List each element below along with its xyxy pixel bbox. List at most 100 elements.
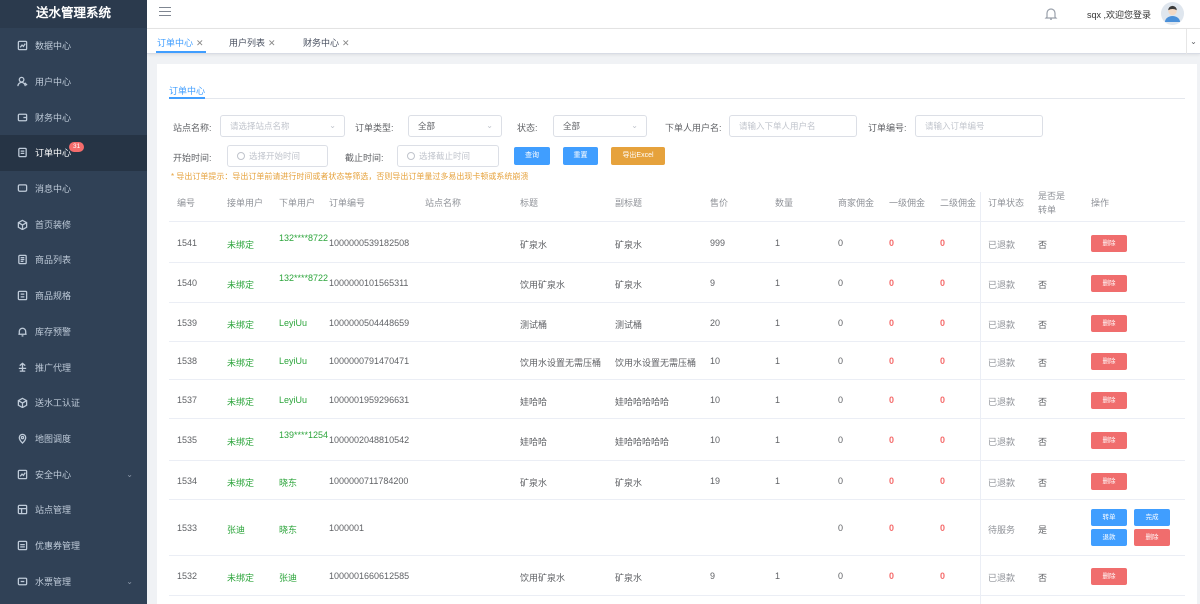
cell-status: 已退款 [988, 437, 1016, 447]
list-icon [16, 254, 28, 266]
column-header: 售价 [710, 198, 729, 208]
cell-subtitle: 矿泉水 [615, 239, 643, 250]
sidebar-item-label: 水票管理 [35, 576, 72, 587]
end-time-picker[interactable]: 选择截止时间 [397, 145, 499, 167]
close-icon[interactable]: ✕ [342, 38, 350, 48]
cell-lv1: 0 [889, 435, 895, 445]
start-time-picker[interactable]: 选择开始时间 [227, 145, 328, 167]
cell-receiver: 张迪 [227, 525, 246, 535]
sidebar-item-4[interactable]: 订单中心 31 [0, 135, 147, 171]
delete-button[interactable]: 删除 [1091, 234, 1127, 252]
end-time-label: 截止时间: [345, 153, 384, 163]
sidebar-item-13[interactable]: 安全中心 ⌄ [0, 456, 147, 492]
sidebar-item-7[interactable]: 商品列表 [0, 242, 147, 278]
cell-status: 已退款 [988, 239, 1016, 250]
sidebar-item-3[interactable]: 财务中心 [0, 99, 147, 135]
order-icon [16, 147, 28, 159]
sidebar-item-14[interactable]: 站点管理 [0, 492, 147, 528]
search-button[interactable]: 查询 [514, 147, 550, 165]
sidebar-item-label: 推广代理 [35, 362, 72, 373]
sidebar-item-5[interactable]: 消息中心 [0, 171, 147, 207]
order-type-select[interactable]: 全部 ⌄ [408, 115, 502, 137]
delete-button[interactable]: 删除 [1091, 275, 1127, 292]
cell-merchant: 0 [838, 523, 844, 533]
export-excel-button[interactable]: 导出Excel [611, 147, 665, 165]
column-header: 是否是转单 [1038, 191, 1066, 215]
column-header: 标题 [520, 198, 539, 208]
station-select[interactable]: 请选择站点名称 ⌄ [220, 115, 345, 137]
status-select[interactable]: 全部 ⌄ [553, 115, 647, 137]
cell-qty: 1 [775, 394, 781, 405]
cell-id: 1532 [177, 571, 198, 581]
cell-lv2: 0 [940, 435, 946, 445]
column-header: 站点名称 [425, 198, 462, 208]
refund-button[interactable]: 退款 [1091, 529, 1127, 546]
cell-receiver: 未绑定 [227, 319, 255, 330]
sidebar-item-10[interactable]: 推广代理 [0, 349, 147, 385]
cell-qty: 1 [775, 278, 781, 288]
sidebar: 送水管理系统 数据中心 用户中心 财务中心 订单中心 31 消息中心 首页装修 商品列表 商品规… [0, 0, 147, 604]
delete-button[interactable]: 删除 [1091, 568, 1127, 585]
notification-bell-icon[interactable] [1044, 6, 1058, 23]
delete-button[interactable]: 删除 [1091, 391, 1127, 409]
delete-button[interactable]: 删除 [1091, 353, 1127, 370]
sidebar-item-label: 数据中心 [35, 41, 72, 52]
sidebar-item-6[interactable]: 首页装修 [0, 206, 147, 242]
divider [169, 98, 1185, 99]
tab-order-center[interactable]: 订单中心 ✕ [157, 36, 204, 49]
hamburger-icon[interactable] [159, 7, 171, 19]
close-icon[interactable]: ✕ [196, 38, 204, 48]
buyer-username-input[interactable]: 请输入下单人用户名 [729, 115, 857, 137]
cell-buyer: LeyiUu [279, 356, 308, 366]
sidebar-item-11[interactable]: 送水工认证 [0, 385, 147, 421]
sidebar-item-15[interactable]: 优惠券管理 [0, 528, 147, 564]
close-icon[interactable]: ✕ [268, 38, 276, 48]
sidebar-item-label: 用户中心 [35, 77, 72, 88]
delete-button[interactable]: 删除 [1091, 432, 1127, 449]
cell-order-no: 1000000504448659 [329, 317, 410, 328]
cell-lv1: 0 [889, 475, 895, 486]
cell-order-no: 1000000539182508 [329, 237, 410, 248]
cell-lv2: 0 [940, 394, 946, 405]
sidebar-item-label: 安全中心 [35, 469, 72, 480]
cell-qty: 1 [775, 571, 781, 581]
chevron-down-icon: ⌄ [486, 121, 493, 130]
complete-button[interactable]: 完成 [1134, 509, 1170, 526]
delete-button[interactable]: 删除 [1091, 314, 1127, 332]
cell-lv1: 0 [889, 278, 895, 288]
cell-lv1: 0 [889, 237, 895, 248]
cell-lv1: 0 [889, 523, 895, 533]
station-label: 站点名称: [173, 123, 212, 133]
user-avatar[interactable] [1161, 2, 1184, 25]
clock-icon [407, 152, 415, 160]
transfer-button[interactable]: 转单 [1091, 509, 1127, 526]
delete-button[interactable]: 删除 [1134, 529, 1170, 546]
cell-receiver: 未绑定 [227, 239, 255, 250]
tabs-dropdown-chevron-icon[interactable]: ⌄ [1186, 29, 1200, 54]
column-header: 二级佣金 [940, 198, 977, 208]
table-header: 编号 接单用户 下单用户 订单编号 站点名称 标题 副标题 售价 数量 商家佣金 一级佣金 二级佣金 订… [169, 184, 1185, 222]
sidebar-item-9[interactable]: 库存预警 [0, 314, 147, 350]
sidebar-item-12[interactable]: 地图调度 [0, 421, 147, 457]
reset-button[interactable]: 重置 [563, 147, 598, 165]
cell-id: 1540 [177, 278, 198, 288]
cell-status: 已退款 [988, 573, 1016, 583]
cell-lv2: 0 [940, 237, 946, 248]
cell-receiver: 未绑定 [227, 437, 255, 447]
order-number-input[interactable]: 请输入订单编号 [915, 115, 1043, 137]
tab-user-list[interactable]: 用户列表 ✕ [229, 36, 276, 49]
delete-button[interactable]: 删除 [1091, 472, 1127, 490]
sidebar-item-16[interactable]: 水票管理 ⌄ [0, 563, 147, 599]
chevron-down-icon: ⌄ [126, 576, 133, 586]
table-row: 1538 未绑定 LeyiUu 1000000791470471 饮用水设置无需压桶 饮用… [169, 342, 1185, 380]
sidebar-item-label: 财务中心 [35, 112, 72, 123]
cell-transfer: 否 [1038, 239, 1048, 250]
sidebar-item-8[interactable]: 商品规格 [0, 278, 147, 314]
cell-qty: 1 [775, 356, 781, 366]
active-tab-indicator [156, 51, 206, 53]
sidebar-item-1[interactable]: 数据中心 [0, 28, 147, 64]
sidebar-item-2[interactable]: 用户中心 [0, 64, 147, 100]
cell-lv1: 0 [889, 394, 895, 405]
tab-finance-center[interactable]: 财务中心 ✕ [303, 36, 350, 49]
card-tab-order-center[interactable]: 订单中心 [169, 84, 205, 97]
